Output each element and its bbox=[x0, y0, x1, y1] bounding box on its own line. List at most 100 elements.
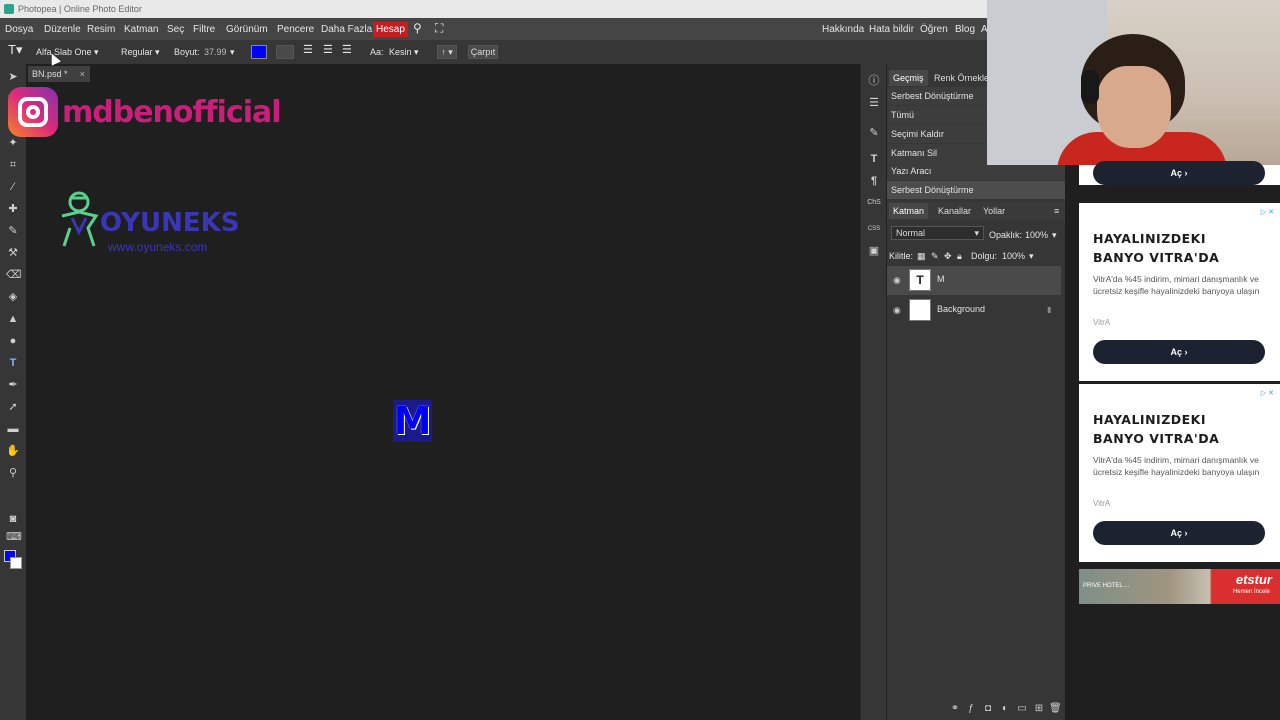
warp-text-button[interactable]: ↑ ▾ bbox=[437, 45, 457, 59]
crop-tool-icon[interactable]: ⌗ bbox=[6, 158, 20, 172]
opacity-dropdown-icon[interactable]: ▾ bbox=[1052, 228, 1057, 242]
ad-banner-cta[interactable]: Hemen İncele bbox=[1233, 589, 1270, 595]
menu-blog[interactable]: Blog bbox=[955, 22, 975, 37]
clone-stamp-tool-icon[interactable]: ⚒ bbox=[6, 246, 20, 260]
character-styles-icon[interactable]: ChS bbox=[867, 196, 881, 210]
dodge-tool-icon[interactable]: ● bbox=[6, 334, 20, 348]
align-center-icon[interactable]: ☰ bbox=[323, 43, 333, 57]
visibility-eye-icon[interactable]: ◉ bbox=[893, 275, 903, 285]
search-icon[interactable]: ⚲ bbox=[413, 21, 422, 36]
tab-paths[interactable]: Yollar bbox=[979, 203, 1009, 219]
lock-transparency-icon[interactable]: ▦ bbox=[917, 249, 926, 263]
link-layers-icon[interactable]: ⚭ bbox=[949, 703, 961, 715]
close-document-icon[interactable]: × bbox=[80, 66, 85, 82]
rectangle-tool-icon[interactable]: ▬ bbox=[6, 422, 20, 436]
paragraph-panel-icon[interactable]: ¶ bbox=[867, 174, 881, 188]
lock-all-icon[interactable]: 🔒︎ bbox=[957, 249, 962, 263]
fill-dropdown-icon[interactable]: ▾ bbox=[1029, 249, 1034, 263]
eyedropper-tool-icon[interactable]: ⁄ bbox=[6, 180, 20, 194]
lock-position-icon[interactable]: ✥ bbox=[944, 249, 952, 263]
menu-dosya[interactable]: Dosya bbox=[5, 22, 33, 37]
adjustments-icon[interactable]: ☰ bbox=[867, 96, 881, 110]
zoom-tool-icon[interactable]: ⚲ bbox=[6, 466, 20, 480]
menu-gorunum[interactable]: Görünüm bbox=[226, 22, 268, 37]
new-layer-icon[interactable]: ⊞ bbox=[1033, 703, 1045, 715]
tab-layers[interactable]: Katman bbox=[889, 203, 929, 219]
font-style-select[interactable]: Regular ▾ bbox=[121, 45, 160, 59]
menu-pencere[interactable]: Pencere bbox=[277, 22, 314, 37]
menu-duzenle[interactable]: Düzenle bbox=[44, 22, 81, 37]
menu-katman[interactable]: Katman bbox=[124, 22, 158, 37]
ad-card-top[interactable]: Aç › bbox=[1079, 161, 1280, 185]
brush-settings-icon[interactable]: ✎ bbox=[867, 126, 881, 140]
menu-filtre[interactable]: Filtre bbox=[193, 22, 215, 37]
layers-menu-icon[interactable]: ≡ bbox=[1050, 203, 1063, 219]
healing-tool-icon[interactable]: ✚ bbox=[6, 202, 20, 216]
ad-open-button[interactable]: Aç › bbox=[1093, 521, 1265, 545]
info-icon[interactable]: ⓘ bbox=[867, 74, 881, 88]
ad-open-button[interactable]: Aç › bbox=[1093, 340, 1265, 364]
image-panel-icon[interactable]: ▣ bbox=[867, 244, 881, 258]
css-panel-icon[interactable]: CSS bbox=[867, 222, 881, 236]
background-color[interactable] bbox=[10, 557, 22, 569]
ad-card[interactable]: ▷ ✕ HAYALINIZDEKI BANYO VITRA'DA VitrA'd… bbox=[1079, 384, 1280, 562]
blur-tool-icon[interactable]: ▲ bbox=[6, 312, 20, 326]
history-item-current[interactable]: Serbest Dönüştürme bbox=[887, 181, 1065, 199]
hand-tool-icon[interactable]: ✋ bbox=[6, 444, 20, 458]
menu-ogren[interactable]: Öğren bbox=[920, 22, 948, 37]
adjustment-layer-icon[interactable]: ◐ bbox=[999, 703, 1011, 715]
pen-tool-icon[interactable]: ✒ bbox=[6, 378, 20, 392]
menu-daha-fazla[interactable]: Daha Fazla bbox=[321, 22, 372, 37]
ad-open-button[interactable]: Aç › bbox=[1093, 161, 1265, 185]
delete-layer-icon[interactable]: 🗑︎ bbox=[1049, 703, 1062, 715]
type-tool-icon[interactable]: T▾ bbox=[8, 43, 22, 57]
keyboard-icon[interactable]: ⌨ bbox=[6, 530, 22, 544]
opacity-value[interactable]: 100% bbox=[1025, 228, 1048, 242]
more-options-box[interactable] bbox=[276, 45, 294, 59]
type-tool-icon-left[interactable]: T bbox=[6, 356, 20, 370]
path-select-tool-icon[interactable]: ➚ bbox=[6, 400, 20, 414]
adchoices-icon[interactable]: ▷ ✕ bbox=[1258, 209, 1274, 217]
eraser-tool-icon[interactable]: ⌫ bbox=[6, 268, 22, 282]
font-family-select[interactable]: Alfa Slab One ▾ bbox=[36, 45, 99, 59]
ad-banner[interactable]: PRIVE HOTEL ... etstur Hemen İncele bbox=[1079, 569, 1280, 604]
move-tool-icon[interactable]: ➤ bbox=[6, 70, 20, 84]
adchoices-icon[interactable]: ▷ ✕ bbox=[1258, 390, 1274, 398]
blend-mode-select[interactable]: Normal ▾ bbox=[891, 226, 984, 240]
tab-history[interactable]: Geçmiş bbox=[889, 70, 928, 86]
tab-channels[interactable]: Kanallar bbox=[934, 203, 975, 219]
brush-tool-icon[interactable]: ✎ bbox=[6, 224, 20, 238]
visibility-eye-icon[interactable]: ◉ bbox=[893, 305, 903, 315]
canvas-text-layer[interactable]: M bbox=[393, 400, 432, 442]
antialias-select[interactable]: Kesin ▾ bbox=[389, 45, 419, 59]
fullscreen-icon[interactable]: ⛶ bbox=[435, 21, 443, 36]
character-panel-icon[interactable]: T bbox=[867, 152, 881, 166]
align-left-icon[interactable]: ☰ bbox=[303, 43, 313, 57]
magic-wand-tool-icon[interactable]: ✦ bbox=[6, 136, 20, 150]
menu-hata-bildir[interactable]: Hata bildir bbox=[869, 22, 914, 37]
ad-banner-brand: etstur bbox=[1235, 572, 1272, 587]
align-right-icon[interactable]: ☰ bbox=[342, 43, 352, 57]
lock-pixels-icon[interactable]: ✎ bbox=[931, 249, 939, 263]
font-size-dropdown-icon[interactable]: ▾ bbox=[230, 45, 235, 59]
menu-hakkinda[interactable]: Hakkında bbox=[822, 22, 864, 37]
add-mask-icon[interactable]: ◘ bbox=[982, 703, 994, 715]
layer-style-icon[interactable]: ƒ bbox=[965, 703, 977, 715]
fill-tool-icon[interactable]: ◈ bbox=[6, 290, 20, 304]
new-group-icon[interactable]: ▭ bbox=[1016, 703, 1028, 715]
fill-value[interactable]: 100% bbox=[1002, 249, 1025, 263]
document-tab[interactable]: BN.psd * × bbox=[28, 66, 90, 82]
text-color-swatch[interactable] bbox=[251, 45, 267, 59]
ad-card[interactable]: ▷ ✕ HAYALINIZDEKI BANYO VITRA'DA VitrA'd… bbox=[1079, 203, 1280, 381]
layer-row[interactable]: ◉ T M bbox=[887, 266, 1061, 295]
tab-swatches[interactable]: Renk Örnekle bbox=[930, 70, 993, 86]
quick-mask-icon[interactable]: ◙ bbox=[6, 512, 20, 526]
warp-cancel-button[interactable]: Çarpıt bbox=[468, 45, 498, 59]
font-size-input[interactable]: 37.99 bbox=[204, 45, 227, 59]
canvas-workspace[interactable] bbox=[26, 64, 860, 720]
menu-resim[interactable]: Resim bbox=[87, 22, 115, 37]
layer-row[interactable]: ◉ Background ▮ bbox=[887, 296, 1061, 325]
menu-sec[interactable]: Seç bbox=[167, 22, 184, 37]
layer-name: Background bbox=[937, 304, 986, 314]
menu-hesap[interactable]: Hesap bbox=[373, 22, 408, 37]
